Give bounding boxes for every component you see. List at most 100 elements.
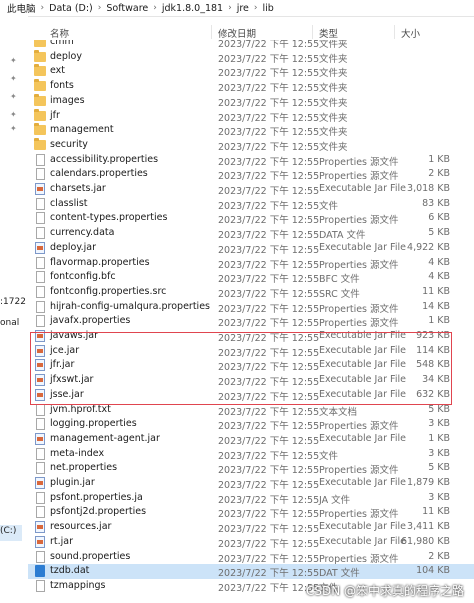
table-row[interactable]: content-types.properties 2023/7/22 下午 12:… xyxy=(28,211,474,226)
table-row[interactable]: deploy.jar 2023/7/22 下午 12:55 Executable J… xyxy=(28,241,474,256)
breadcrumb-item[interactable]: jre xyxy=(236,3,250,14)
table-row[interactable]: tzdb.dat 2023/7/22 下午 12:55 DAT 文件 104 KB xyxy=(28,564,474,579)
table-row[interactable]: jvm.hprof.txt 2023/7/22 下午 12:55 文本文档 5 KB xyxy=(28,403,474,418)
modified-date: 2023/7/22 下午 12:55 xyxy=(218,215,320,227)
column-header-date[interactable]: 修改日期 xyxy=(218,26,256,40)
data-file-icon xyxy=(35,565,45,578)
table-row[interactable]: javafx.properties 2023/7/22 下午 12:55 Prope… xyxy=(28,314,474,329)
chevron-right-icon[interactable]: › xyxy=(41,3,45,13)
table-row[interactable]: cmm 2023/7/22 下午 12:55 文件夹 xyxy=(28,40,474,50)
column-header-type[interactable]: 类型 xyxy=(319,26,338,40)
table-row[interactable]: plugin.jar 2023/7/22 下午 12:55 Executable J… xyxy=(28,476,474,491)
table-row[interactable]: javaws.jar 2023/7/22 下午 12:55 Executable J… xyxy=(28,329,474,344)
file-size: 548 KB xyxy=(416,359,450,371)
table-row[interactable]: charsets.jar 2023/7/22 下午 12:55 Executable… xyxy=(28,182,474,197)
chevron-right-icon[interactable]: › xyxy=(153,3,157,13)
breadcrumb-item-label: lib xyxy=(262,2,274,14)
table-row[interactable]: jfr.jar 2023/7/22 下午 12:55 Executable Jar … xyxy=(28,358,474,373)
file-size: 1 KB xyxy=(428,153,450,165)
breadcrumb-item[interactable]: Software xyxy=(105,3,149,14)
table-row[interactable]: images 2023/7/22 下午 12:55 文件夹 xyxy=(28,93,474,109)
pin-icon[interactable]: ✦ xyxy=(10,56,19,65)
table-row[interactable]: currency.data 2023/7/22 下午 12:55 DATA 文件 5 … xyxy=(28,226,474,241)
file-size: 1,879 KB xyxy=(407,477,450,488)
chevron-right-icon[interactable]: › xyxy=(228,3,232,13)
file-size: 4 KB xyxy=(428,256,450,268)
nav-item-label[interactable]: onal xyxy=(0,318,19,328)
table-row[interactable]: management 2023/7/22 下午 12:55 文件夹 xyxy=(28,123,474,138)
table-row[interactable]: sound.properties 2023/7/22 下午 12:55 Proper… xyxy=(28,550,474,565)
column-divider[interactable] xyxy=(394,25,395,39)
jar-file-icon xyxy=(35,359,45,372)
chevron-right-icon[interactable]: › xyxy=(254,3,258,13)
table-row[interactable]: accessibility.properties 2023/7/22 下午 12:… xyxy=(28,153,474,168)
file-size: 1 KB xyxy=(428,432,450,444)
table-row[interactable]: security 2023/7/22 下午 12:55 文件夹 xyxy=(28,137,474,153)
table-row[interactable]: net.properties 2023/7/22 下午 12:55 Properti… xyxy=(28,461,474,476)
folder-icon xyxy=(34,108,46,121)
table-row[interactable]: psfont.properties.ja 2023/7/22 下午 12:55 JA… xyxy=(28,491,474,506)
breadcrumb-item[interactable]: jdk1.8.0_181 xyxy=(161,3,224,14)
column-header-size[interactable]: 大小 xyxy=(401,26,420,40)
table-row[interactable]: meta-index 2023/7/22 下午 12:55 文件 3 KB xyxy=(28,447,474,462)
table-row[interactable]: flavormap.properties 2023/7/22 下午 12:55 Pr… xyxy=(28,256,474,271)
table-row[interactable]: jsse.jar 2023/7/22 下午 12:55 Executable Jar… xyxy=(28,388,474,403)
file-name: javafx.properties xyxy=(50,315,131,327)
file-size: 3,411 KB xyxy=(407,521,450,533)
file-name: javaws.jar xyxy=(50,330,99,341)
column-header-name[interactable]: 名称 xyxy=(50,26,69,40)
table-row[interactable]: rt.jar 2023/7/22 下午 12:55 Executable Jar F… xyxy=(28,535,474,550)
vertical-scrollbar[interactable] xyxy=(466,40,474,603)
breadcrumb-item[interactable]: lib xyxy=(262,3,275,14)
jar-file-icon xyxy=(35,183,45,195)
file-name: charsets.jar xyxy=(50,183,106,194)
file-type: Properties 源文件 xyxy=(319,318,399,330)
file-size: 104 KB xyxy=(416,565,450,577)
pin-icon[interactable]: ✦ xyxy=(10,110,19,119)
modified-date: 2023/7/22 下午 12:55 xyxy=(218,582,320,594)
table-row[interactable]: calendars.properties 2023/7/22 下午 12:55 Pr… xyxy=(28,167,474,182)
table-row[interactable]: fontconfig.bfc 2023/7/22 下午 12:55 BFC 文件 4 … xyxy=(28,270,474,285)
table-row[interactable]: jfxswt.jar 2023/7/22 下午 12:55 Executable J… xyxy=(28,373,474,388)
table-row[interactable]: jce.jar 2023/7/22 下午 12:55 Executable Jar … xyxy=(28,344,474,359)
file-name: flavormap.properties xyxy=(50,256,150,268)
breadcrumb-item[interactable]: Data (D:) xyxy=(48,3,94,14)
file-name: images xyxy=(50,94,85,106)
file-name: rt.jar xyxy=(50,535,74,547)
modified-date: 2023/7/22 下午 12:55 xyxy=(218,318,320,330)
breadcrumb-item[interactable]: 此电脑 xyxy=(6,1,37,15)
table-row[interactable]: logging.properties 2023/7/22 下午 12:55 Prop… xyxy=(28,417,474,432)
table-row[interactable]: jfr 2023/7/22 下午 12:55 文件夹 xyxy=(28,108,474,124)
modified-date: 2023/7/22 下午 12:55 xyxy=(218,259,320,271)
pin-icon[interactable]: ✦ xyxy=(10,74,19,83)
modified-date: 2023/7/22 下午 12:55 xyxy=(218,244,320,256)
file-type: 文本文档 xyxy=(319,406,358,418)
table-row[interactable]: fonts 2023/7/22 下午 12:55 文件夹 xyxy=(28,79,474,94)
table-row[interactable]: resources.jar 2023/7/22 下午 12:55 Executabl… xyxy=(28,520,474,535)
chevron-right-icon[interactable]: › xyxy=(98,3,102,13)
pin-icon[interactable]: ✦ xyxy=(10,124,19,133)
modified-date: 2023/7/22 下午 12:55 xyxy=(218,435,320,447)
table-row[interactable]: classlist 2023/7/22 下午 12:55 文件 83 KB xyxy=(28,197,474,212)
modified-date: 2023/7/22 下午 12:55 xyxy=(218,480,320,491)
file-type: 文件夹 xyxy=(319,97,348,109)
column-divider[interactable] xyxy=(312,25,313,39)
file-name: plugin.jar xyxy=(50,477,95,488)
column-divider[interactable] xyxy=(211,25,212,39)
modified-date: 2023/7/22 下午 12:55 xyxy=(218,406,320,418)
folder-icon xyxy=(34,123,46,136)
navigation-pane[interactable]: ✦ ✦ ✦ ✦ ✦ :1722 onal (C:) xyxy=(0,16,28,603)
table-row[interactable]: ext 2023/7/22 下午 12:55 文件夹 xyxy=(28,64,474,79)
table-row[interactable]: hijrah-config-umalqura.properties 2023/7/… xyxy=(28,300,474,315)
table-row[interactable]: deploy 2023/7/22 下午 12:55 文件夹 xyxy=(28,49,474,65)
folder-icon xyxy=(34,93,46,106)
table-row[interactable]: management-agent.jar 2023/7/22 下午 12:55 Ex… xyxy=(28,432,474,447)
table-row[interactable]: fontconfig.properties.src 2023/7/22 下午 12… xyxy=(28,285,474,300)
nav-item-label[interactable]: (C:) xyxy=(0,526,16,536)
file-type: 文件夹 xyxy=(319,83,348,95)
nav-item-label[interactable]: :1722 xyxy=(0,297,26,307)
pin-icon[interactable]: ✦ xyxy=(10,92,19,101)
table-row[interactable]: psfontj2d.properties 2023/7/22 下午 12:55 Pr… xyxy=(28,505,474,520)
folder-icon xyxy=(34,137,46,150)
file-icon xyxy=(36,506,45,519)
